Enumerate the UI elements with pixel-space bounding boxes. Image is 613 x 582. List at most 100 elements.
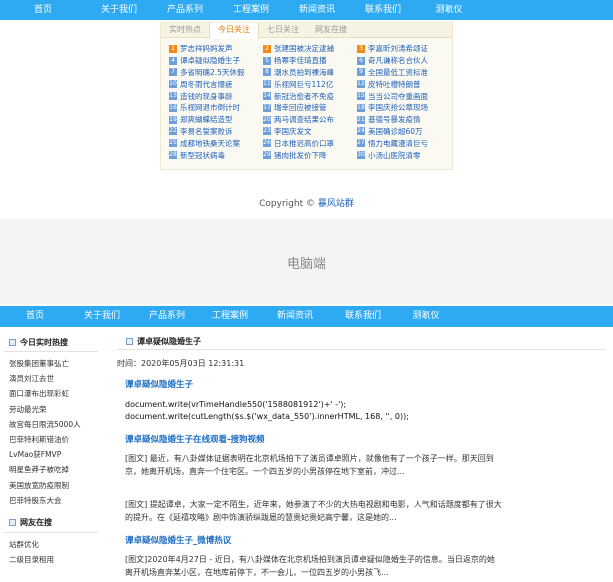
- hot-item-label[interactable]: 谭卓疑似隐婚生子: [180, 55, 240, 66]
- rank-badge: 8: [263, 68, 271, 77]
- hot-list-item[interactable]: 28 新型冠状病毒: [169, 149, 259, 161]
- hot-list-item[interactable]: 24 美国确诊超60万: [357, 126, 447, 138]
- hot-list-item[interactable]: 3 李嘉昕刘涛希颂证: [357, 43, 447, 55]
- hot-list-item[interactable]: 26 日本推迟高价口罩: [263, 137, 353, 149]
- nav-radon[interactable]: 测氡仪: [416, 0, 482, 20]
- hot-item-label[interactable]: 造钱的现身事龄: [180, 91, 233, 102]
- tab-realtime[interactable]: 实时热点: [161, 23, 209, 37]
- nav-products[interactable]: 产品系列: [152, 0, 218, 20]
- hot-item-label[interactable]: 日本推迟高价口罩: [274, 138, 334, 149]
- sidebar-list-item[interactable]: 面口瀑布出现彩虹: [0, 386, 102, 401]
- sidebar-list-item[interactable]: 二级目录租用: [0, 552, 102, 567]
- hot-item-label[interactable]: 杨幂李佳琦直播: [274, 55, 327, 66]
- nav-about[interactable]: 关于我们: [86, 0, 152, 20]
- sidebar-list-item[interactable]: LvMao获FMVP: [0, 447, 102, 462]
- sidebar-list-item[interactable]: 站群优化: [0, 537, 102, 552]
- tab-week[interactable]: 七日关注: [259, 23, 307, 37]
- copyright-link[interactable]: 暴风站群: [318, 199, 354, 209]
- hot-list-item[interactable]: 23 李国庆发文: [263, 126, 353, 138]
- hot-list-item[interactable]: 27 悟力电藏漫清巨亏: [357, 137, 447, 149]
- hot-list-item[interactable]: 25 成都地铁桑天论案: [169, 137, 259, 149]
- hot-list-item[interactable]: 1 罗志祥妈妈发声: [169, 43, 259, 55]
- nav-home-2[interactable]: 首页: [0, 306, 70, 327]
- rank-badge: 28: [169, 151, 177, 160]
- sidebar-list-item[interactable]: 演员刘江去世: [0, 371, 102, 386]
- hot-item-label[interactable]: 张建国被决定逮捕: [274, 43, 334, 54]
- hot-list-item[interactable]: 16 乐视网退市倒计时: [169, 102, 259, 114]
- hot-item-label[interactable]: 乐视网巨亏112亿: [274, 79, 333, 90]
- hot-list-item[interactable]: 13 造钱的现身事龄: [169, 90, 259, 102]
- hot-list-item[interactable]: 14 新冠治愈者不免疫: [263, 90, 353, 102]
- result-title-2[interactable]: 谭卓疑似隐婚生子在线观看-搜狗视频: [125, 433, 606, 445]
- hot-item-label[interactable]: 周冬雨代言爆疲: [180, 79, 233, 90]
- hot-item-label[interactable]: 皮特吐槽特朗普: [368, 79, 421, 90]
- hot-item-label[interactable]: 李易名誓案败诉: [180, 126, 233, 137]
- hot-list-item[interactable]: 30 小汤山医院清零: [357, 149, 447, 161]
- hot-item-label[interactable]: 郑爽蝴蝶结造型: [180, 114, 233, 125]
- hot-list-item[interactable]: 8 潮水员拍到裸海峰: [263, 67, 353, 79]
- sidebar-list-item[interactable]: 明星鱼莽子被吃掉: [0, 462, 102, 477]
- hot-list-item[interactable]: 20 两马调查结果公布: [263, 114, 353, 126]
- hot-item-label[interactable]: 罗志祥妈妈发声: [180, 43, 233, 54]
- hot-list-item[interactable]: 9 全国最低工资标准: [357, 67, 447, 79]
- hot-list-item[interactable]: 2 张建国被决定逮捕: [263, 43, 353, 55]
- hot-item-label[interactable]: 乐视网退市倒计时: [180, 102, 240, 113]
- sidebar-list-item[interactable]: 巴菲特利斯错油价: [0, 432, 102, 447]
- hot-list-item[interactable]: 17 瑞幸回应被接管: [263, 102, 353, 114]
- hot-item-label[interactable]: 小汤山医院清零: [368, 150, 421, 161]
- hot-item-label[interactable]: 全国最低工资标准: [368, 67, 428, 78]
- hot-list-item[interactable]: 6 奇凡谦称名合伙人: [357, 55, 447, 67]
- hot-item-label[interactable]: 两马调查结果公布: [274, 114, 334, 125]
- hot-item-label[interactable]: 李嘉昕刘涛希颂证: [368, 43, 428, 54]
- sidebar-list-item[interactable]: 巴菲特股东大会: [0, 493, 102, 508]
- hot-list-item[interactable]: 18 李国庆抢公章现场: [357, 102, 447, 114]
- code-line-1: document.write(vrTimeHandle550('15880819…: [125, 400, 347, 409]
- hot-list-item[interactable]: 10 周冬雨代言爆疲: [169, 78, 259, 90]
- nav-news-2[interactable]: 新闻资讯: [260, 306, 330, 327]
- hot-list-item[interactable]: 4 谭卓疑似隐婚生子: [169, 55, 259, 67]
- hot-list-item[interactable]: 21 基德号暴发疫情: [357, 114, 447, 126]
- nav-radon-2[interactable]: 测氡仪: [396, 306, 456, 327]
- hot-item-label[interactable]: 李国庆抢公章现场: [368, 102, 428, 113]
- hot-list-item[interactable]: 7 多省明确2.5天休假: [169, 67, 259, 79]
- result-title-1[interactable]: 谭卓疑似隐婚生子: [125, 378, 606, 390]
- hot-item-label[interactable]: 成都地铁桑天论案: [180, 138, 240, 149]
- hot-item-label[interactable]: 潮水员拍到裸海峰: [274, 67, 334, 78]
- nav-news[interactable]: 新闻资讯: [284, 0, 350, 20]
- nav-home[interactable]: 首页: [0, 0, 86, 20]
- hot-item-label[interactable]: 美国确诊超60万: [368, 126, 423, 137]
- hot-item-label[interactable]: 新型冠状病毒: [180, 150, 225, 161]
- hot-item-label[interactable]: 瑞幸回应被接管: [274, 102, 327, 113]
- hot-item-label[interactable]: 奇凡谦称名合伙人: [368, 55, 428, 66]
- hot-list-item[interactable]: 29 猪肉批发价下降: [263, 149, 353, 161]
- tab-searching[interactable]: 网友在搜: [307, 23, 355, 37]
- hot-list-item[interactable]: 5 杨幂李佳琦直播: [263, 55, 353, 67]
- hot-item-label[interactable]: 基德号暴发疫情: [368, 114, 421, 125]
- hot-item-label[interactable]: 新冠治愈者不免疫: [274, 91, 334, 102]
- hot-list-item[interactable]: 15 当当公司夺重画面: [357, 90, 447, 102]
- tab-today[interactable]: 今日关注: [209, 23, 259, 39]
- nav-contact-2[interactable]: 联系我们: [330, 306, 396, 327]
- nav-products-2[interactable]: 产品系列: [134, 306, 200, 327]
- rank-badge: 30: [357, 151, 365, 160]
- hot-item-label[interactable]: 多省明确2.5天休假: [180, 67, 244, 78]
- hot-list-item[interactable]: 12 皮特吐槽特朗普: [357, 78, 447, 90]
- sidebar-list-item[interactable]: 劳动最光荣: [0, 402, 102, 417]
- result-title-3[interactable]: 谭卓疑似隐婚生子_微博热议: [125, 534, 606, 546]
- sidebar-heading-hot: 今日实时热搜: [0, 333, 102, 351]
- hot-list-item[interactable]: 11 乐视网巨亏112亿: [263, 78, 353, 90]
- hot-item-label[interactable]: 当当公司夺重画面: [368, 91, 428, 102]
- hot-item-label[interactable]: 猪肉批发价下降: [274, 150, 327, 161]
- sidebar-list-item[interactable]: 故宫每日限流5000人: [0, 417, 102, 432]
- nav-contact[interactable]: 联系我们: [350, 0, 416, 20]
- hot-list-item[interactable]: 19 郑爽蝴蝶结造型: [169, 114, 259, 126]
- nav-cases-2[interactable]: 工程案例: [200, 306, 260, 327]
- sidebar-list-item[interactable]: 美国放宽防疫限制: [0, 478, 102, 493]
- hot-list-item[interactable]: 22 李易名誓案败诉: [169, 126, 259, 138]
- sidebar-list-item[interactable]: 张股集团董事弘亡: [0, 356, 102, 371]
- nav-about-2[interactable]: 关于我们: [70, 306, 134, 327]
- sidebar-heading-search: 网友在搜: [0, 514, 102, 532]
- hot-item-label[interactable]: 悟力电藏漫清巨亏: [368, 138, 428, 149]
- nav-cases[interactable]: 工程案例: [218, 0, 284, 20]
- hot-item-label[interactable]: 李国庆发文: [274, 126, 312, 137]
